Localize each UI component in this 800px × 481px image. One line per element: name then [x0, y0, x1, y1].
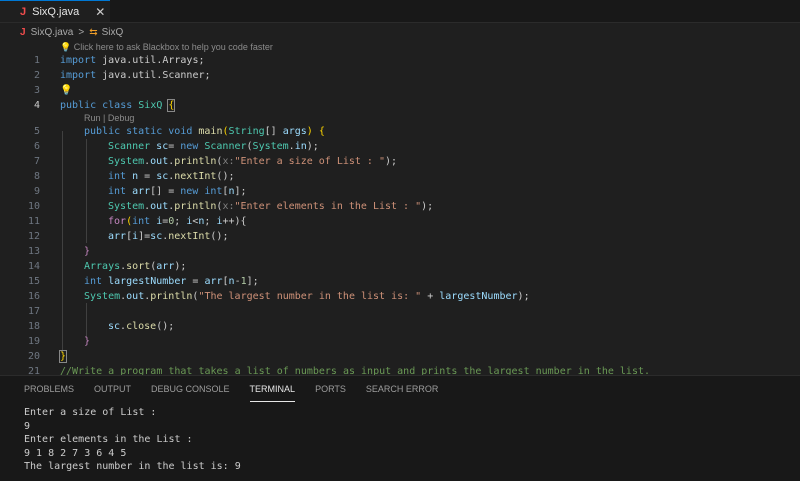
terminal-output[interactable]: Enter a size of List : 9 Enter elements … [24, 406, 241, 474]
code-line: 11 for(int i=0; i<n; i++){ [27, 216, 247, 227]
code-line: 12 arr[i]=sc.nextInt(); [27, 231, 229, 242]
class-symbol-icon: ⇆ [89, 26, 98, 38]
code-line: 13} [27, 246, 91, 257]
terminal-line: Enter elements in the List : [24, 434, 193, 445]
code-line: 7 System.out.println(x:"Enter a size of L… [33, 156, 398, 167]
java-file-icon: J [20, 26, 26, 38]
code-line: 9 int arr[] = new int[n]; [33, 186, 247, 197]
tab-debug-console[interactable]: DEBUG CONSOLE [151, 376, 230, 402]
breadcrumb: J SixQ.java > ⇆ SixQ [0, 23, 800, 41]
code-line: 10 System.out.println(x:"Enter elements i… [27, 201, 434, 212]
tab-sixq-java[interactable]: J SixQ.java ✕ [0, 0, 110, 22]
tab-output[interactable]: OUTPUT [94, 376, 131, 402]
code-editor[interactable]: 💡 Click here to ask Blackbox to help you… [0, 41, 800, 377]
editor-tab-bar: J SixQ.java ✕ [0, 0, 800, 23]
lightbulb-icon: 💡 [60, 43, 72, 53]
close-icon[interactable]: ✕ [95, 5, 105, 19]
code-line: 19} [27, 336, 91, 347]
tab-label: SixQ.java [32, 5, 80, 18]
code-line: 16 System.out.println("The largest number… [27, 291, 530, 302]
code-line: 6 Scanner sc= new Scanner(System.in); [33, 141, 319, 152]
code-line: 18 sc.close(); [27, 321, 175, 332]
terminal-line: Enter a size of List : [24, 407, 157, 418]
code-line: 4 public class SixQ { [33, 99, 176, 112]
code-line: 8 int n = sc.nextInt(); [33, 171, 235, 182]
terminal-line: The largest number in the list is: 9 [24, 461, 241, 472]
panel-tabs: PROBLEMS OUTPUT DEBUG CONSOLE TERMINAL P… [0, 376, 800, 402]
breadcrumb-separator: > [78, 26, 85, 38]
terminal-line: 9 [24, 420, 31, 432]
tab-ports[interactable]: PORTS [315, 376, 346, 402]
tab-problems[interactable]: PROBLEMS [24, 376, 74, 402]
code-line: 3 💡 [33, 85, 73, 96]
code-line: 17 [27, 306, 40, 317]
tab-terminal[interactable]: TERMINAL [249, 376, 296, 402]
breadcrumb-class[interactable]: SixQ [102, 27, 124, 38]
code-line: 14 Arrays.sort(arr); [27, 261, 187, 272]
code-line: 5 public static void main(String[] args) … [33, 126, 325, 137]
status-bar [0, 476, 800, 480]
bottom-panel: PROBLEMS OUTPUT DEBUG CONSOLE TERMINAL P… [0, 375, 800, 481]
code-line: 1 import java.util.Arrays; [33, 55, 205, 66]
java-file-icon: J [20, 5, 27, 18]
tab-search-error[interactable]: SEARCH ERROR [366, 376, 439, 402]
code-line: 15 int largestNumber = arr[n-1]; [27, 276, 259, 287]
code-line: 2 import java.util.Scanner; [33, 70, 211, 81]
code-line: 20} [27, 350, 68, 363]
breadcrumb-file[interactable]: SixQ.java [31, 27, 74, 38]
terminal-line: 9 1 8 2 7 3 6 4 5 [24, 447, 127, 459]
lightbulb-icon[interactable]: 💡 [60, 85, 72, 96]
